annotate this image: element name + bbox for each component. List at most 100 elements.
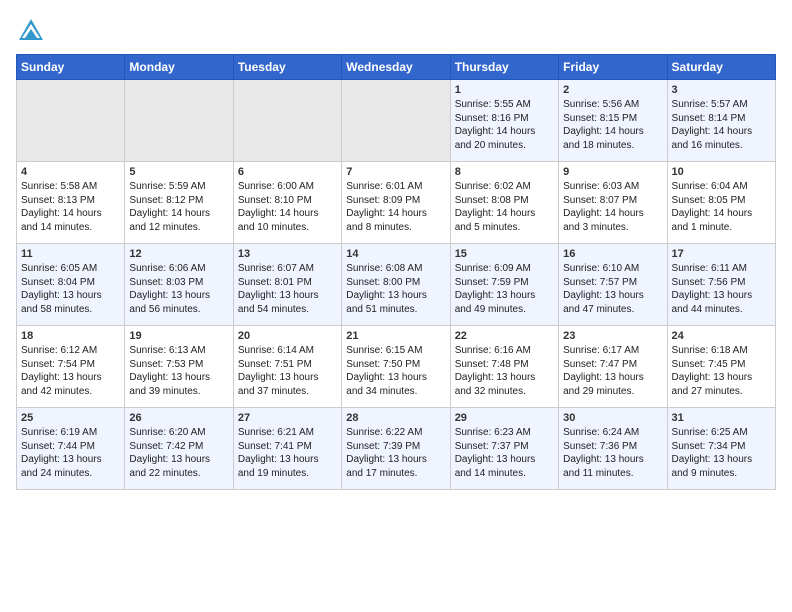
calendar-week-row: 25Sunrise: 6:19 AMSunset: 7:44 PMDayligh… [17, 408, 776, 490]
day-number: 17 [672, 248, 771, 260]
cell-content: Sunrise: 6:08 AMSunset: 8:00 PMDaylight:… [346, 262, 445, 316]
calendar-cell: 27 Sunrise: 6:21 AMSunset: 7:41 PMDayligh… [233, 408, 341, 490]
day-number: 14 [346, 248, 445, 260]
day-number: 11 [21, 248, 120, 260]
logo-icon [16, 16, 46, 46]
cell-content: Sunrise: 6:22 AMSunset: 7:39 PMDaylight:… [346, 426, 445, 480]
day-number: 13 [238, 248, 337, 260]
calendar-cell: 3Sunrise: 5:57 AMSunset: 8:14 PMDaylight… [667, 80, 775, 162]
day-number: 20 [238, 330, 337, 342]
calendar-cell: 24 Sunrise: 6:18 AMSunset: 7:45 PMDayligh… [667, 326, 775, 408]
calendar-cell [125, 80, 233, 162]
logo [16, 16, 50, 46]
day-number: 12 [129, 248, 228, 260]
calendar-cell: 26 Sunrise: 6:20 AMSunset: 7:42 PMDayligh… [125, 408, 233, 490]
cell-content: Sunrise: 6:13 AMSunset: 7:53 PMDaylight:… [129, 344, 228, 398]
calendar-cell: 5 Sunrise: 5:59 AMSunset: 8:12 PMDaylight… [125, 162, 233, 244]
calendar-cell: 22 Sunrise: 6:16 AMSunset: 7:48 PMDayligh… [450, 326, 558, 408]
cell-content: Sunrise: 6:11 AMSunset: 7:56 PMDaylight:… [672, 262, 771, 316]
cell-content: Sunrise: 6:12 AMSunset: 7:54 PMDaylight:… [21, 344, 120, 398]
cell-content: Sunrise: 6:04 AMSunset: 8:05 PMDaylight:… [672, 180, 771, 234]
calendar-cell: 1 Sunrise: 5:55 AMSunset: 8:16 PMDaylight… [450, 80, 558, 162]
day-number: 29 [455, 412, 554, 424]
calendar-cell: 28 Sunrise: 6:22 AMSunset: 7:39 PMDayligh… [342, 408, 450, 490]
day-header-friday: Friday [559, 55, 667, 80]
calendar-cell: 6Sunrise: 6:00 AMSunset: 8:10 PMDaylight… [233, 162, 341, 244]
day-number: 27 [238, 412, 337, 424]
calendar-cell [17, 80, 125, 162]
calendar-cell: 18 Sunrise: 6:12 AMSunset: 7:54 PMDayligh… [17, 326, 125, 408]
cell-content: Sunrise: 6:15 AMSunset: 7:50 PMDaylight:… [346, 344, 445, 398]
cell-content: Sunrise: 6:10 AMSunset: 7:57 PMDaylight:… [563, 262, 662, 316]
calendar-cell: 13 Sunrise: 6:07 AMSunset: 8:01 PMDayligh… [233, 244, 341, 326]
day-number: 24 [672, 330, 771, 342]
day-number: 25 [21, 412, 120, 424]
calendar-cell: 25Sunrise: 6:19 AMSunset: 7:44 PMDayligh… [17, 408, 125, 490]
cell-content: Sunrise: 6:09 AMSunset: 7:59 PMDaylight:… [455, 262, 554, 316]
cell-content: Sunrise: 6:18 AMSunset: 7:45 PMDaylight:… [672, 344, 771, 398]
day-number: 18 [21, 330, 120, 342]
calendar-header-row: SundayMondayTuesdayWednesdayThursdayFrid… [17, 55, 776, 80]
calendar-cell: 21 Sunrise: 6:15 AMSunset: 7:50 PMDayligh… [342, 326, 450, 408]
calendar-table: SundayMondayTuesdayWednesdayThursdayFrid… [16, 54, 776, 490]
calendar-cell: 11 Sunrise: 6:05 AMSunset: 8:04 PMDayligh… [17, 244, 125, 326]
cell-content: Sunrise: 6:06 AMSunset: 8:03 PMDaylight:… [129, 262, 228, 316]
day-header-wednesday: Wednesday [342, 55, 450, 80]
calendar-cell: 16 Sunrise: 6:10 AMSunset: 7:57 PMDayligh… [559, 244, 667, 326]
cell-content: Sunrise: 6:16 AMSunset: 7:48 PMDaylight:… [455, 344, 554, 398]
cell-content: Sunrise: 6:05 AMSunset: 8:04 PMDaylight:… [21, 262, 120, 316]
day-number: 19 [129, 330, 228, 342]
day-number: 9 [563, 166, 662, 178]
calendar-cell: 9 Sunrise: 6:03 AMSunset: 8:07 PMDaylight… [559, 162, 667, 244]
calendar-cell: 19 Sunrise: 6:13 AMSunset: 7:53 PMDayligh… [125, 326, 233, 408]
calendar-cell: 4 Sunrise: 5:58 AMSunset: 8:13 PMDaylight… [17, 162, 125, 244]
cell-content: Sunrise: 6:17 AMSunset: 7:47 PMDaylight:… [563, 344, 662, 398]
cell-content: Sunrise: 6:03 AMSunset: 8:07 PMDaylight:… [563, 180, 662, 234]
calendar-cell: 12 Sunrise: 6:06 AMSunset: 8:03 PMDayligh… [125, 244, 233, 326]
cell-content: Sunrise: 5:56 AMSunset: 8:15 PMDaylight:… [563, 98, 662, 152]
day-number: 26 [129, 412, 228, 424]
day-number: 16 [563, 248, 662, 260]
day-number: 5 [129, 166, 228, 178]
day-header-thursday: Thursday [450, 55, 558, 80]
calendar-cell: 30Sunrise: 6:24 AMSunset: 7:36 PMDayligh… [559, 408, 667, 490]
day-number: 10 [672, 166, 771, 178]
calendar-cell: 14 Sunrise: 6:08 AMSunset: 8:00 PMDayligh… [342, 244, 450, 326]
day-number: 23 [563, 330, 662, 342]
cell-content: Sunrise: 5:58 AMSunset: 8:13 PMDaylight:… [21, 180, 120, 234]
day-header-saturday: Saturday [667, 55, 775, 80]
cell-content: Sunrise: 6:01 AMSunset: 8:09 PMDaylight:… [346, 180, 445, 234]
day-number: 4 [21, 166, 120, 178]
calendar-week-row: 18 Sunrise: 6:12 AMSunset: 7:54 PMDayligh… [17, 326, 776, 408]
day-number: 1 [455, 84, 554, 96]
day-header-sunday: Sunday [17, 55, 125, 80]
day-number: 28 [346, 412, 445, 424]
cell-content: Sunrise: 6:21 AMSunset: 7:41 PMDaylight:… [238, 426, 337, 480]
calendar-cell: 23 Sunrise: 6:17 AMSunset: 7:47 PMDayligh… [559, 326, 667, 408]
day-number: 6 [238, 166, 337, 178]
cell-content: Sunrise: 5:57 AMSunset: 8:14 PMDaylight:… [672, 98, 771, 152]
calendar-cell: 20Sunrise: 6:14 AMSunset: 7:51 PMDayligh… [233, 326, 341, 408]
cell-content: Sunrise: 6:24 AMSunset: 7:36 PMDaylight:… [563, 426, 662, 480]
cell-content: Sunrise: 6:02 AMSunset: 8:08 PMDaylight:… [455, 180, 554, 234]
cell-content: Sunrise: 5:55 AMSunset: 8:16 PMDaylight:… [455, 98, 554, 152]
cell-content: Sunrise: 6:07 AMSunset: 8:01 PMDaylight:… [238, 262, 337, 316]
day-number: 15 [455, 248, 554, 260]
day-number: 21 [346, 330, 445, 342]
calendar-cell: 29 Sunrise: 6:23 AMSunset: 7:37 PMDayligh… [450, 408, 558, 490]
calendar-cell: 17 Sunrise: 6:11 AMSunset: 7:56 PMDayligh… [667, 244, 775, 326]
calendar-cell [342, 80, 450, 162]
cell-content: Sunrise: 6:20 AMSunset: 7:42 PMDaylight:… [129, 426, 228, 480]
day-number: 7 [346, 166, 445, 178]
calendar-cell: 8Sunrise: 6:02 AMSunset: 8:08 PMDaylight… [450, 162, 558, 244]
day-number: 31 [672, 412, 771, 424]
calendar-week-row: 1 Sunrise: 5:55 AMSunset: 8:16 PMDaylight… [17, 80, 776, 162]
cell-content: Sunrise: 6:23 AMSunset: 7:37 PMDaylight:… [455, 426, 554, 480]
calendar-cell: 15 Sunrise: 6:09 AMSunset: 7:59 PMDayligh… [450, 244, 558, 326]
calendar-cell: 31Sunrise: 6:25 AMSunset: 7:34 PMDayligh… [667, 408, 775, 490]
calendar-cell: 10 Sunrise: 6:04 AMSunset: 8:05 PMDayligh… [667, 162, 775, 244]
day-header-tuesday: Tuesday [233, 55, 341, 80]
day-number: 22 [455, 330, 554, 342]
calendar-cell: 7 Sunrise: 6:01 AMSunset: 8:09 PMDaylight… [342, 162, 450, 244]
cell-content: Sunrise: 5:59 AMSunset: 8:12 PMDaylight:… [129, 180, 228, 234]
